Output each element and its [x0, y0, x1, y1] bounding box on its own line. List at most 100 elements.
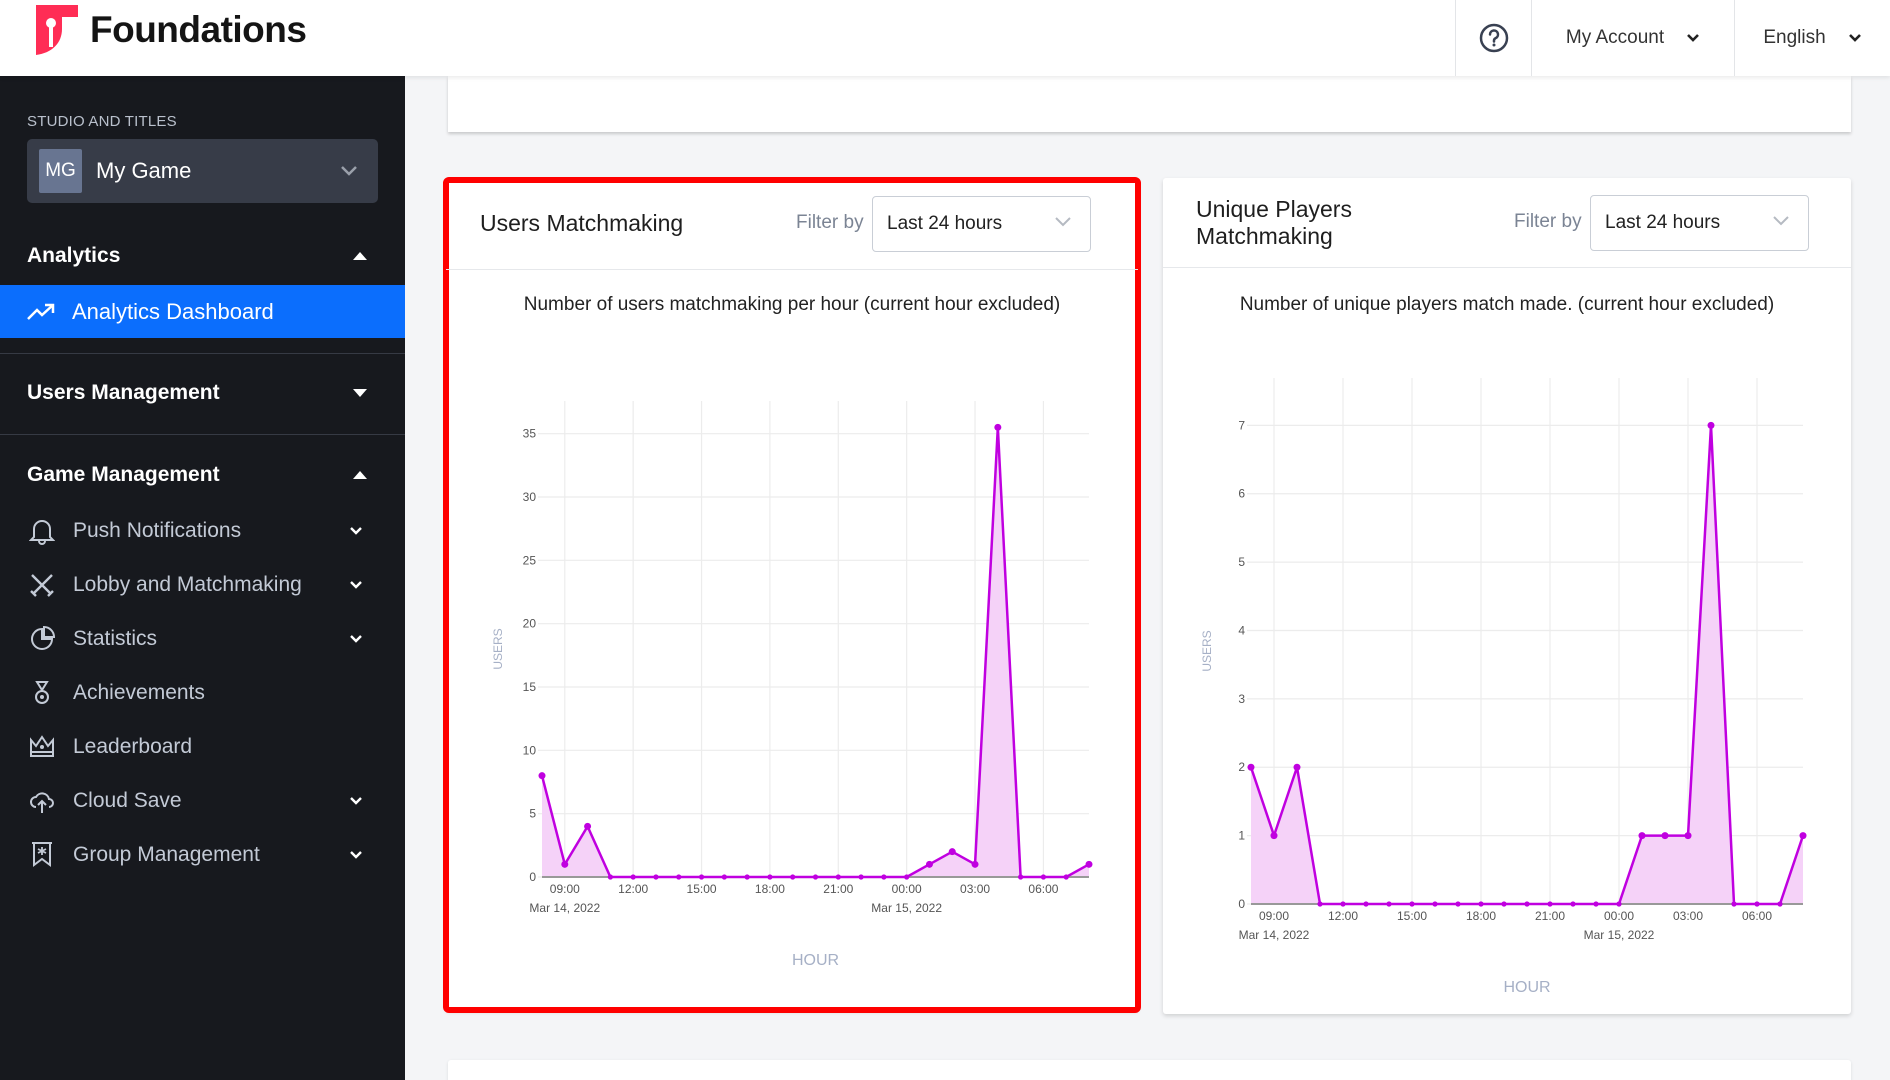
data-point	[1524, 901, 1530, 907]
data-point	[1432, 901, 1438, 907]
brand-logo[interactable]: Foundations	[36, 5, 307, 55]
sidebar-item-analytics-dashboard[interactable]: Analytics Dashboard	[0, 285, 405, 338]
data-point	[1707, 421, 1715, 429]
game-selector[interactable]: MG My Game	[27, 139, 378, 203]
chevron-down-icon[interactable]	[349, 850, 363, 860]
card-header: Users Matchmaking Filter by Last 24 hour…	[446, 180, 1138, 270]
data-point	[858, 874, 864, 880]
data-point	[1270, 832, 1278, 840]
x-tick-label: 03:00	[1673, 909, 1703, 923]
group-banner-icon	[32, 842, 52, 867]
cloud-upload-icon	[30, 792, 54, 813]
bell-icon	[29, 520, 55, 545]
x-tick-label: 06:00	[1028, 882, 1058, 896]
time-range-value: Last 24 hours	[887, 213, 1003, 234]
data-point	[1593, 901, 1599, 907]
chevron-down-icon[interactable]	[349, 580, 363, 590]
x-tick-label: 00:00	[1604, 909, 1634, 923]
chevron-down-icon	[1848, 34, 1861, 42]
sidebar-item-statistics[interactable]: Statistics	[27, 619, 367, 659]
time-range-select[interactable]: Last 24 hours	[872, 196, 1091, 252]
data-point	[1501, 901, 1507, 907]
data-point	[767, 874, 773, 880]
data-point	[835, 874, 841, 880]
section-analytics[interactable]: Analytics	[27, 244, 367, 268]
card-title-line: Matchmaking	[1196, 223, 1333, 249]
card-title: Users Matchmaking	[480, 210, 684, 236]
series-area	[1251, 425, 1803, 904]
y-tick-label: 4	[1238, 623, 1245, 637]
game-name: My Game	[96, 158, 192, 183]
pie-chart-icon	[31, 626, 55, 650]
data-point	[881, 874, 887, 880]
x-date-label: Mar 15, 2022	[1584, 928, 1655, 942]
medal-icon	[35, 681, 49, 704]
chevron-down-icon	[1055, 217, 1071, 227]
card-title-line: Unique Players	[1196, 196, 1352, 222]
data-point	[1317, 901, 1323, 907]
crown-icon	[30, 735, 54, 757]
y-tick-label: 5	[1238, 555, 1245, 569]
data-point	[1040, 874, 1047, 880]
data-point	[676, 874, 682, 880]
series-area	[542, 427, 1089, 877]
chart-subtitle: Number of users matchmaking per hour (cu…	[523, 294, 1061, 315]
section-game-management[interactable]: Game Management	[27, 463, 367, 487]
chevron-down-icon[interactable]	[349, 796, 363, 806]
data-point	[1063, 874, 1069, 880]
sidebar-item-cloud-save[interactable]: Cloud Save	[27, 781, 367, 821]
sidebar-item-lobby-and-matchmaking[interactable]: Lobby and Matchmaking	[27, 565, 367, 605]
data-point	[584, 822, 592, 830]
my-account-menu[interactable]: My Account	[1531, 0, 1734, 76]
data-point	[1018, 874, 1024, 880]
sidebar-divider	[0, 353, 405, 354]
foundations-logo-icon	[36, 5, 78, 55]
sidebar-item-push-notifications[interactable]: Push Notifications	[27, 511, 367, 551]
x-axis-title: HOUR	[1503, 979, 1550, 996]
chevron-down-icon[interactable]	[349, 526, 363, 536]
sidebar-item-group-management[interactable]: Group Management	[27, 835, 367, 875]
data-point	[1409, 901, 1415, 907]
y-axis-title: USERS	[491, 628, 505, 669]
y-tick-label: 20	[523, 617, 537, 631]
section-analytics-label: Analytics	[27, 244, 121, 267]
chevron-down-icon	[1773, 216, 1789, 226]
data-point	[607, 874, 613, 880]
data-point	[1478, 901, 1484, 907]
data-point	[721, 874, 727, 880]
x-tick-label: 21:00	[1535, 909, 1565, 923]
section-game-management-label: Game Management	[27, 463, 220, 486]
data-point	[1754, 901, 1760, 907]
section-users-management-label: Users Management	[27, 381, 220, 404]
data-point	[1570, 901, 1576, 907]
data-point	[904, 874, 910, 880]
filter-label: Filter by	[1514, 211, 1582, 232]
data-point	[1638, 832, 1646, 840]
data-point	[790, 874, 796, 880]
data-point	[1247, 763, 1255, 771]
x-tick-label: 03:00	[960, 882, 990, 896]
data-point	[1616, 901, 1622, 907]
chevron-down-icon[interactable]	[349, 634, 363, 644]
filter-label: Filter by	[796, 212, 864, 233]
data-point	[630, 874, 636, 880]
y-tick-label: 10	[523, 743, 537, 757]
chevron-down-icon	[1687, 34, 1700, 42]
game-avatar: MG	[39, 149, 82, 193]
caret-up-icon	[353, 471, 367, 479]
data-point	[653, 874, 659, 880]
sidebar-item-label: Analytics Dashboard	[72, 298, 274, 324]
y-tick-label: 25	[523, 553, 537, 567]
sidebar-item-leaderboard[interactable]: Leaderboard	[27, 727, 367, 767]
x-tick-label: 12:00	[618, 882, 648, 896]
language-menu[interactable]: English	[1734, 0, 1890, 76]
brand-name: Foundations	[90, 9, 307, 50]
data-point	[1547, 901, 1553, 907]
section-users-management[interactable]: Users Management	[27, 381, 367, 405]
time-range-select[interactable]: Last 24 hours	[1590, 195, 1809, 251]
sidebar-item-achievements[interactable]: Achievements	[27, 673, 367, 713]
help-button[interactable]	[1455, 0, 1531, 76]
x-tick-label: 09:00	[550, 882, 580, 896]
crossed-swords-icon	[30, 574, 54, 597]
data-point	[1661, 832, 1669, 840]
